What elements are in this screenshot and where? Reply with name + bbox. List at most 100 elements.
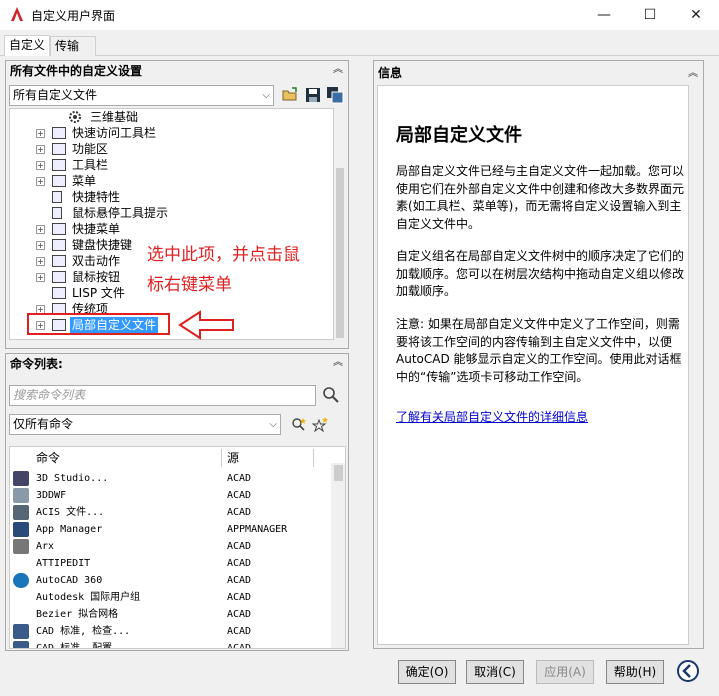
keyboard-icon [52,239,66,251]
tree-item-label: 快速访问工具栏 [72,126,157,140]
acis-file-icon [13,505,29,520]
annotation-highlight-box [27,313,170,335]
column-header-source[interactable]: 源 [227,447,317,469]
command-list-scrollbar[interactable] [331,463,345,648]
tree-item-label: 工具栏 [72,158,109,172]
tree-item-label: 菜单 [72,174,97,188]
new-command-icon[interactable] [312,416,330,434]
info-paragraph: 自定义组名在局部自定义文件树中的顺序决定了它们的加载顺序。您可以在树层次结构中拖… [396,249,685,298]
command-row[interactable]: AutoCAD 360 ACAD [10,572,330,589]
command-list-scrollbar-thumb[interactable] [334,465,343,481]
learn-more-link[interactable]: 了解有关局部自定义文件的详细信息 [396,409,686,427]
tree-scrollbar-thumb[interactable] [336,168,344,338]
menu-icon [52,175,66,187]
collapse-up-icon[interactable]: ︽ [686,67,700,81]
ok-button[interactable]: 确定(O) [398,660,456,684]
tree-item-label: 鼠标悬停工具提示 [72,206,169,220]
command-list-title: 命令列表: [6,354,348,374]
customization-file-filter-value: 所有自定义文件 [13,88,98,102]
tree-item-label: 键盘快捷键 [72,238,133,252]
close-button[interactable]: ✕ [673,0,719,30]
tree-item-label: LISP 文件 [72,286,125,300]
annotation-text: 选中此项，并点击鼠 标右键菜单 [147,245,300,295]
app-manager-icon [13,522,29,537]
tree-item-label: 双击动作 [72,254,121,268]
command-search-input[interactable]: 搜索命令列表 [9,385,316,406]
expand-icon[interactable]: + [36,145,45,154]
collapse-up-icon[interactable]: ︽ [331,356,345,370]
autocad-logo-icon [9,6,25,22]
cad-standards-config-icon [13,641,29,648]
customizations-panel-title: 所有文件中的自定义设置 [6,61,348,81]
chevron-down-icon: ⌵ [262,90,270,101]
expand-icon[interactable]: + [36,273,45,282]
save-as-icon[interactable] [326,86,344,104]
toolbars-icon [52,159,66,171]
apply-button[interactable]: 应用(A) [536,660,594,684]
window-title: 自定义用户界面 [31,9,116,23]
command-row[interactable]: CAD 标准, 配置... ACAD [10,640,330,648]
tree-scrollbar[interactable] [334,108,346,340]
command-row[interactable]: Arx ACAD [10,538,330,555]
expand-icon[interactable]: + [36,161,45,170]
expand-icon[interactable]: + [36,129,45,138]
arx-icon [13,539,29,554]
info-heading: 局部自定义文件 [396,125,522,146]
tab-transfer[interactable]: 传输 [50,36,96,56]
save-icon[interactable] [304,86,322,104]
command-row[interactable]: 3DDWF ACAD [10,487,330,504]
minimize-button[interactable]: — [581,0,627,30]
column-header-command[interactable]: 命令 [36,447,221,469]
maximize-button[interactable]: ☐ [627,0,673,30]
tab-strip: 自定义 传输 [0,30,719,56]
command-row[interactable]: App Manager APPMANAGER [10,521,330,538]
tab-customize[interactable]: 自定义 [4,35,51,56]
3d-studio-icon [13,471,29,486]
collapse-left-icon[interactable] [676,659,700,683]
customization-file-filter[interactable]: 所有自定义文件 ⌵ [9,85,274,106]
command-row[interactable]: 3D Studio... ACAD [10,470,330,487]
lisp-file-icon [52,287,66,299]
column-divider[interactable] [313,449,314,467]
command-row[interactable]: Bezier 拟合网格 ACAD [10,606,330,623]
help-button[interactable]: 帮助(H) [606,660,664,684]
info-paragraph: 注意: 如果在局部自定义文件中定义了工作空间，则需要将该工作空间的内容传输到主自… [396,317,682,384]
command-filter-value: 仅所有命令 [13,417,74,431]
expand-icon[interactable]: + [36,177,45,186]
search-icon[interactable] [322,386,340,404]
double-click-icon [52,255,66,267]
3ddwf-icon [13,488,29,503]
tree-item-label: 快捷特性 [72,190,121,204]
info-paragraph: 局部自定义文件已经与主自定义文件一起加载。您可以使用它们在外部自定义文件中创建和… [396,164,685,231]
command-filter-select[interactable]: 仅所有命令 ⌵ [9,414,281,435]
command-row[interactable]: Autodesk 国际用户组 ACAD [10,589,330,606]
annotation-arrow-icon [178,310,234,340]
expand-icon[interactable]: + [36,241,45,250]
tree-item-label: 功能区 [72,142,109,156]
information-content: 局部自定义文件 局部自定义文件已经与主自定义文件一起加载。您可以使用它们在外部自… [377,85,689,645]
collapse-up-icon[interactable]: ︽ [331,63,345,77]
tree-item-label: 三维基础 [90,110,139,124]
customization-tree[interactable]: 三维基础 + 快速访问工具栏 + 功能区 + 工具栏 + 菜单 快捷特性 鼠标悬… [9,108,334,340]
column-divider[interactable] [221,449,222,467]
tree-item-label: 快捷菜单 [72,222,121,236]
quick-properties-icon [52,191,62,203]
open-file-icon[interactable] [281,86,299,104]
cancel-button[interactable]: 取消(C) [466,660,524,684]
expand-icon[interactable]: + [36,225,45,234]
title-bar: 自定义用户界面 — ☐ ✕ [0,0,719,30]
toolbar-icon [52,127,66,139]
command-row[interactable]: ATTIPEDIT ACAD [10,555,330,572]
shortcut-menu-icon [52,223,66,235]
autocad-360-icon [13,573,29,588]
chevron-down-icon: ⌵ [269,419,277,430]
tooltip-icon [52,207,62,219]
command-row[interactable]: ACIS 文件... ACAD [10,504,330,521]
expand-icon[interactable]: + [36,257,45,266]
cad-standards-check-icon [13,624,29,639]
command-row[interactable]: CAD 标准, 检查... ACAD [10,623,330,640]
tree-item-label: 鼠标按钮 [72,270,121,284]
mouse-icon [52,271,66,283]
command-list[interactable]: 命令 源 3D Studio... ACAD 3DDWF ACAD ACIS 文… [9,446,346,649]
find-command-icon[interactable] [290,416,308,434]
